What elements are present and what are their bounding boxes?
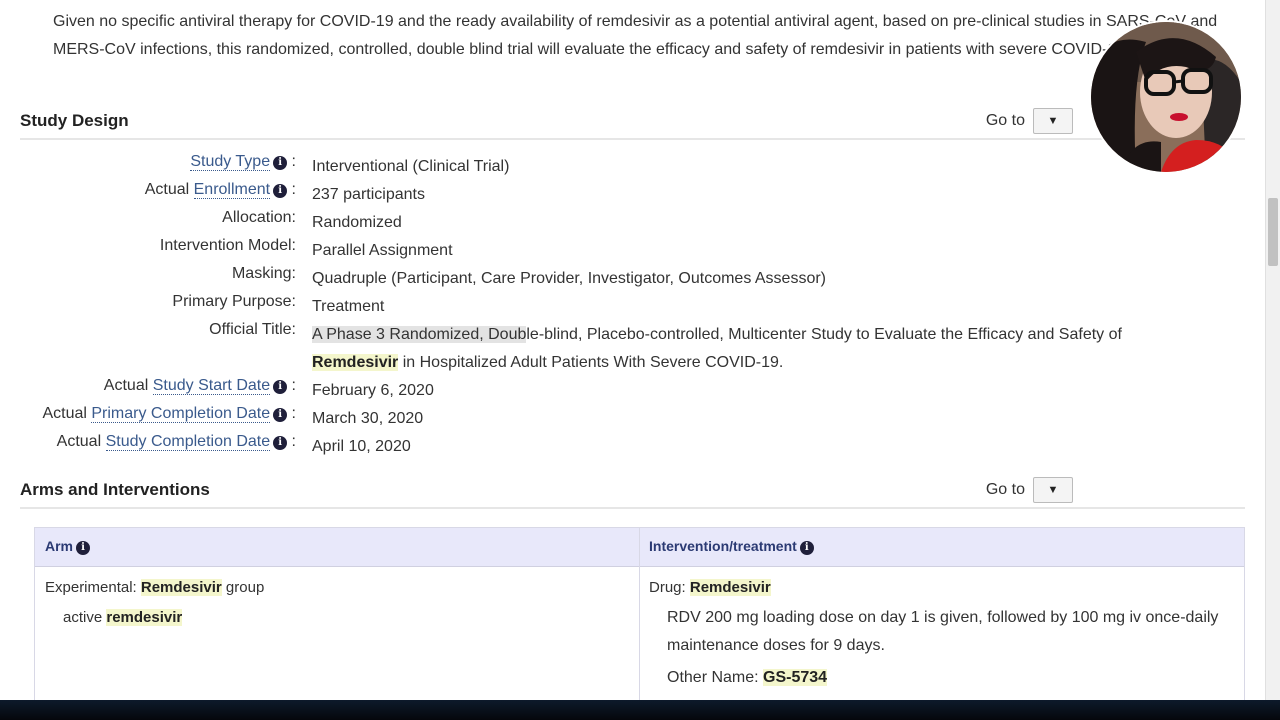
allocation-value: Randomized	[312, 214, 402, 231]
study-start-date-link[interactable]: Study Start Date	[152, 377, 271, 395]
primary-completion-date-value: March 30, 2020	[312, 410, 424, 427]
official-title-value: A Phase 3 Randomized, Double-blind, Plac…	[312, 326, 1122, 371]
primary-purpose-label: Primary Purpose:	[172, 293, 296, 310]
drug-description: RDV 200 mg loading dose on day 1 is give…	[667, 609, 1219, 654]
keyword-highlight: GS-5734	[763, 669, 828, 686]
row-study-start-date: Actual Study Start Date i : February 6, 2…	[0, 377, 1266, 405]
goto-label: Go to	[985, 112, 1025, 129]
arm-cell: Experimental: Remdesivir group active re…	[45, 574, 264, 632]
enrollment-link[interactable]: Enrollment	[193, 181, 271, 199]
official-title-label: Official Title:	[209, 321, 296, 338]
row-study-type: Study Type i : Interventional (Clinical T…	[0, 153, 1266, 181]
study-design-heading: Study Design	[20, 111, 129, 130]
study-type-value: Interventional (Clinical Trial)	[312, 158, 510, 175]
goto-dropdown-button[interactable]: ▼	[1033, 477, 1073, 503]
arm-title: Experimental: Remdesivir group	[45, 579, 265, 596]
caret-down-icon: ▼	[1047, 115, 1059, 127]
row-allocation: Allocation: Randomized	[0, 209, 1266, 237]
caret-down-icon: ▼	[1047, 484, 1059, 496]
row-masking: Masking: Quadruple (Participant, Care Pr…	[0, 265, 1266, 293]
intervention-cell: Drug: Remdesivir RDV 200 mg loading dose…	[649, 574, 1229, 692]
other-name: Other Name: GS-5734	[667, 669, 828, 686]
info-icon[interactable]: i	[273, 380, 288, 394]
info-icon[interactable]: i	[273, 156, 288, 170]
arms-interventions-heading: Arms and Interventions	[20, 480, 210, 499]
taskbar-strip	[0, 700, 1280, 720]
arm-column-header: Arm i	[45, 538, 91, 555]
masking-value: Quadruple (Participant, Care Provider, I…	[312, 270, 827, 287]
intervention-model-value: Parallel Assignment	[312, 242, 453, 259]
info-icon[interactable]: i	[76, 541, 91, 555]
row-primary-completion-date: Actual Primary Completion Date i : March …	[0, 405, 1266, 433]
scrollbar-thumb[interactable]	[1268, 198, 1278, 266]
brief-summary-text: Given no specific antiviral therapy for …	[53, 13, 1218, 58]
info-icon[interactable]: i	[273, 184, 288, 198]
study-design-header: Study Design Go to ▼	[20, 108, 1245, 140]
goto-control: Go to ▼	[986, 108, 1073, 134]
goto-dropdown-button[interactable]: ▼	[1033, 108, 1073, 134]
row-official-title: Official Title: A Phase 3 Randomized, Do…	[0, 321, 1266, 377]
info-icon[interactable]: i	[273, 436, 288, 450]
row-intervention-model: Intervention Model: Parallel Assignment	[0, 237, 1266, 265]
row-primary-purpose: Primary Purpose: Treatment	[0, 293, 1266, 321]
enrollment-value: 237 participants	[312, 186, 425, 203]
masking-label: Masking:	[231, 265, 296, 282]
intervention-column-header: Intervention/treatment i	[649, 538, 814, 555]
goto-control: Go to ▼	[986, 477, 1073, 503]
primary-completion-date-link[interactable]: Primary Completion Date	[91, 405, 271, 423]
presenter-photo	[1091, 22, 1241, 172]
intervention-model-label: Intervention Model:	[159, 237, 296, 254]
keyword-highlight: Remdesivir	[140, 579, 222, 596]
webcam-avatar	[1091, 22, 1241, 172]
arms-table: Arm i Intervention/treatment i Experimenta…	[34, 527, 1245, 700]
allocation-label: Allocation:	[222, 209, 296, 226]
column-divider	[639, 528, 640, 700]
study-start-date-value: February 6, 2020	[312, 382, 434, 399]
goto-label: Go to	[985, 481, 1025, 498]
arms-interventions-header: Arms and Interventions Go to ▼	[20, 477, 1245, 509]
study-record-page: Given no specific antiviral therapy for …	[0, 0, 1266, 700]
row-study-completion-date: Actual Study Completion Date i : April 10…	[0, 433, 1266, 461]
study-completion-date-value: April 10, 2020	[312, 438, 411, 455]
vertical-scrollbar[interactable]	[1265, 0, 1280, 700]
keyword-highlight: Remdesivir	[689, 579, 771, 596]
study-type-link[interactable]: Study Type	[190, 153, 271, 171]
row-enrollment: Actual Enrollment i : 237 participants	[0, 181, 1266, 209]
keyword-highlight: Remdesivir	[312, 354, 399, 371]
info-icon[interactable]: i	[273, 408, 288, 422]
keyword-highlight: remdesivir	[106, 609, 183, 626]
drug-title: Drug: Remdesivir	[649, 579, 771, 596]
selected-text: A Phase 3 Randomized, Doub	[312, 326, 527, 343]
info-icon[interactable]: i	[799, 541, 814, 555]
study-completion-date-link[interactable]: Study Completion Date	[105, 433, 271, 451]
arm-description: active remdesivir	[63, 609, 183, 626]
primary-purpose-value: Treatment	[312, 298, 385, 315]
